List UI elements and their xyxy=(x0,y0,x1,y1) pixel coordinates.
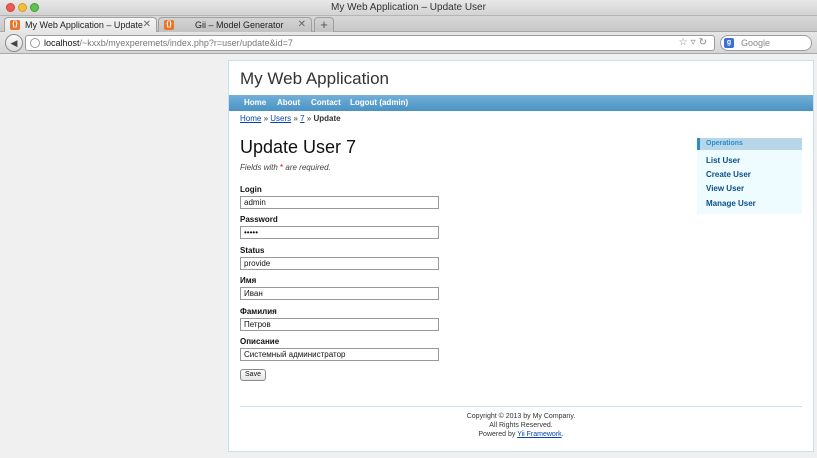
footer-divider xyxy=(240,406,802,407)
login-label: Login xyxy=(240,185,262,194)
password-field[interactable] xyxy=(240,226,439,239)
breadcrumb-user-id[interactable]: 7 xyxy=(300,114,304,123)
app-title: My Web Application xyxy=(240,69,389,88)
breadcrumb-home[interactable]: Home xyxy=(240,114,261,123)
password-label: Password xyxy=(240,215,278,224)
breadcrumb: Home » Users » 7 » Update xyxy=(240,114,341,123)
sidebar-item-create-user[interactable]: Create User xyxy=(706,170,751,179)
status-field[interactable] xyxy=(240,257,439,270)
last-name-label: Фамилия xyxy=(240,307,277,316)
status-label: Status xyxy=(240,246,265,255)
yii-icon: {} xyxy=(10,20,20,30)
sidebar-title: Operations xyxy=(697,138,802,150)
window-titlebar: My Web Application – Update User xyxy=(0,0,817,16)
menu-item-home[interactable]: Home xyxy=(244,98,266,107)
menu-item-about[interactable]: About xyxy=(277,98,300,107)
bookmark-star-icon[interactable]: ☆▿↻ xyxy=(679,37,710,48)
close-tab-icon[interactable]: ✕ xyxy=(298,19,306,30)
url-path: /~kxxb/myexperemets/index.php?r=user/upd… xyxy=(79,38,293,48)
first-name-label: Имя xyxy=(240,276,257,285)
tab-label: My Web Application – Update U… xyxy=(25,20,143,30)
search-bar[interactable]: g Google xyxy=(720,35,812,51)
tab-strip: {} My Web Application – Update U… ✕ {} G… xyxy=(0,16,817,32)
footer-powered-by: Powered by Yii Framework. xyxy=(229,430,813,439)
close-tab-icon[interactable]: ✕ xyxy=(143,19,151,30)
powered-by-suffix: . xyxy=(561,431,564,438)
address-bar[interactable]: localhost/~kxxb/myexperemets/index.php?r… xyxy=(25,35,715,51)
note-suffix: are required. xyxy=(285,163,331,172)
page-container: My Web Application Home About Contact Lo… xyxy=(228,60,814,452)
sidebar-item-manage-user[interactable]: Manage User xyxy=(706,199,756,208)
last-name-field[interactable] xyxy=(240,318,439,331)
yii-framework-link[interactable]: Yii Framework xyxy=(517,431,561,438)
powered-by-prefix: Powered by xyxy=(478,431,516,438)
tab-update-user[interactable]: {} My Web Application – Update U… ✕ xyxy=(4,17,157,32)
url-text: localhost/~kxxb/myexperemets/index.php?r… xyxy=(44,38,293,48)
sidebar-item-view-user[interactable]: View User xyxy=(706,184,744,193)
footer-rights: All Rights Reserved. xyxy=(489,422,553,429)
page-title: Update User 7 xyxy=(240,137,357,157)
required-fields-note: Fields with * are required. xyxy=(240,163,331,172)
description-field[interactable] xyxy=(240,348,439,361)
first-name-field[interactable] xyxy=(240,287,439,300)
footer: Copyright © 2013 by My Company. All Righ… xyxy=(229,412,813,439)
footer-copyright: Copyright © 2013 by My Company. xyxy=(466,413,576,420)
tab-gii-model-generator[interactable]: {} Gii – Model Generator ✕ xyxy=(158,17,312,32)
google-icon[interactable]: g xyxy=(724,38,734,48)
yii-icon: {} xyxy=(164,20,174,30)
back-button[interactable]: ◀ xyxy=(5,34,23,52)
breadcrumb-separator: » xyxy=(293,114,298,123)
search-placeholder: Google xyxy=(741,38,771,48)
breadcrumb-current: Update xyxy=(313,114,341,123)
breadcrumb-users[interactable]: Users xyxy=(270,114,291,123)
tab-label: Gii – Model Generator xyxy=(195,20,284,30)
new-tab-button[interactable]: + xyxy=(314,17,334,32)
url-host: localhost xyxy=(44,38,80,48)
globe-icon xyxy=(30,38,40,48)
description-label: Описание xyxy=(240,337,280,346)
menu-item-logout[interactable]: Logout (admin) xyxy=(350,98,408,107)
menu-item-contact[interactable]: Contact xyxy=(311,98,341,107)
sidebar-item-list-user[interactable]: List User xyxy=(706,156,740,165)
breadcrumb-separator: » xyxy=(263,114,269,123)
breadcrumb-separator: » xyxy=(306,114,312,123)
operations-sidebar: Operations List User Create User View Us… xyxy=(697,138,802,214)
window-title: My Web Application – Update User xyxy=(331,2,486,13)
navigation-toolbar: ◀ localhost/~kxxb/myexperemets/index.php… xyxy=(0,32,817,54)
save-button[interactable]: Save xyxy=(240,369,266,381)
login-field[interactable] xyxy=(240,196,439,209)
required-star: * xyxy=(280,163,284,172)
main-menu: Home About Contact Logout (admin) xyxy=(229,95,813,111)
note-prefix: Fields with xyxy=(240,163,278,172)
